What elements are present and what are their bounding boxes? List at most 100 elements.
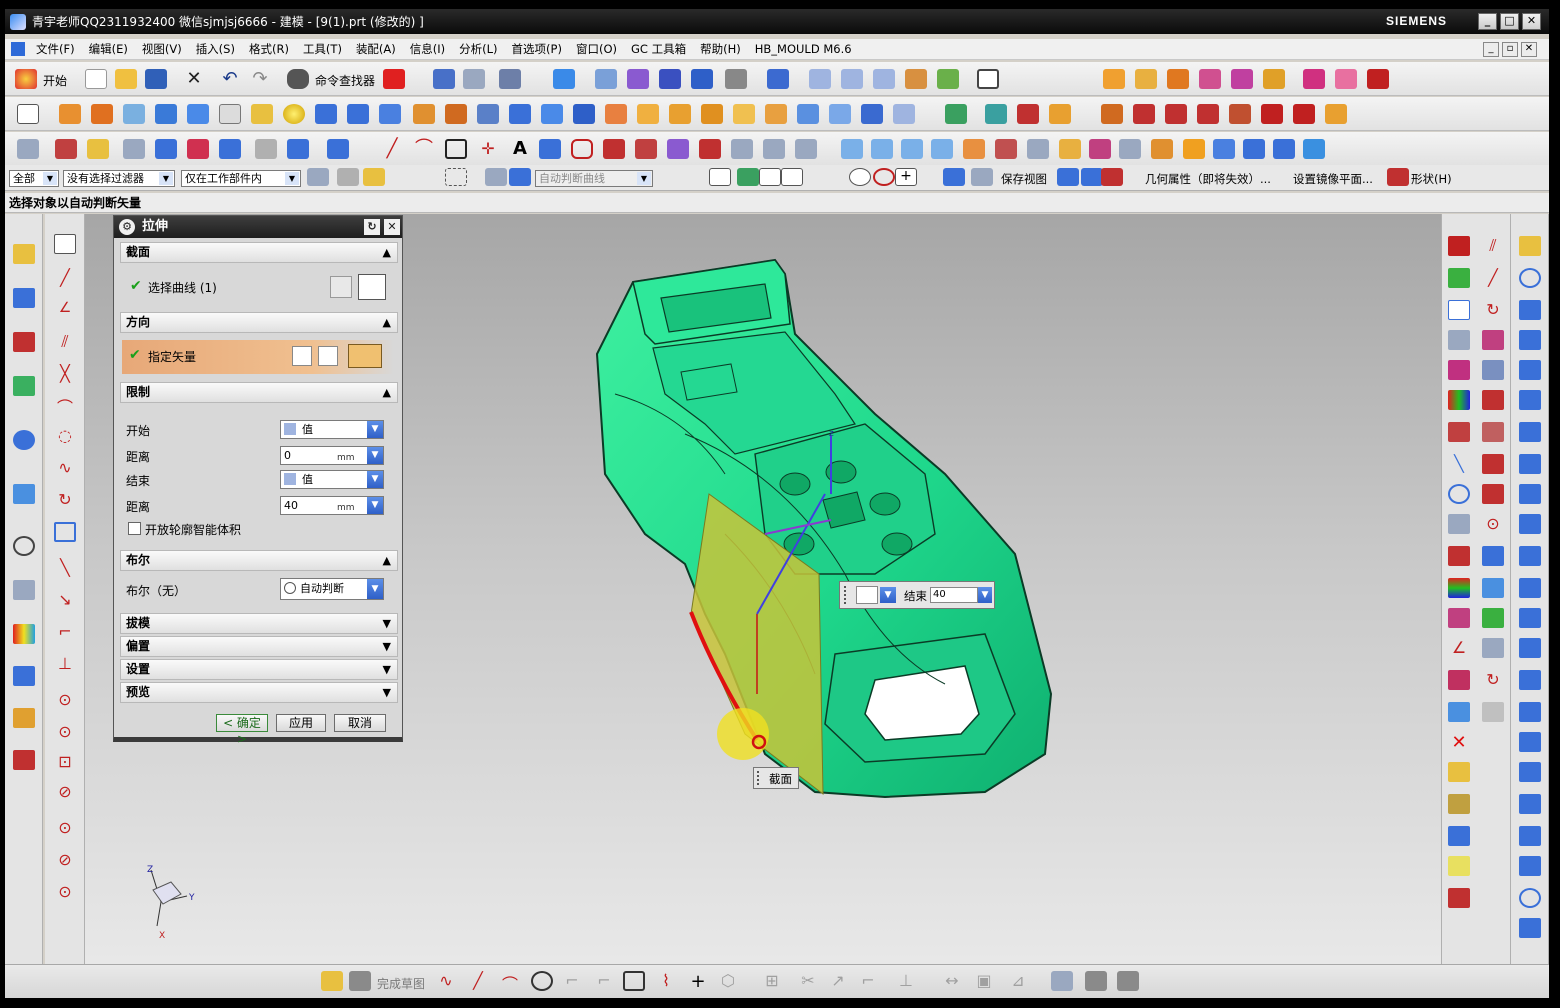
right-tool-6-icon[interactable] <box>1448 390 1470 410</box>
helix-icon[interactable] <box>539 139 561 159</box>
rectangle-icon[interactable] <box>445 139 467 159</box>
roles-icon[interactable] <box>13 708 35 728</box>
boolean-group-header[interactable]: 布尔 ▲ <box>120 550 398 571</box>
menu-gc-toolbox[interactable]: GC 工具箱 <box>624 41 693 57</box>
wcs-view-icon[interactable] <box>1081 168 1103 186</box>
right-curve-tool-9-icon[interactable] <box>1519 484 1541 504</box>
rectangle-select-icon[interactable] <box>445 168 467 186</box>
right-curve-tool-21-icon[interactable] <box>1519 856 1541 876</box>
right-tool-22-icon[interactable]: ⫽ <box>1482 236 1504 256</box>
sketch-relations-icon[interactable] <box>1051 971 1073 991</box>
right-curve-tool-19-icon[interactable] <box>1519 794 1541 814</box>
line-tool-icon[interactable]: ╱ <box>467 971 489 991</box>
slot-icon[interactable] <box>477 104 499 124</box>
hud-type-dropdown[interactable]: ▼ <box>880 587 896 603</box>
menu-view[interactable]: 视图(V) <box>135 41 189 57</box>
auto-constrain-icon[interactable]: ▣ <box>973 971 995 991</box>
right-tool-26-icon[interactable] <box>1482 360 1504 380</box>
menu-preferences[interactable]: 首选项(P) <box>505 41 569 57</box>
hud-end-options-button[interactable]: ▼ <box>978 587 992 603</box>
point-icon[interactable]: ✛ <box>477 139 499 159</box>
open-folder-icon[interactable] <box>115 69 137 89</box>
surface-tool-8-icon[interactable] <box>1059 139 1081 159</box>
sketch-cross-icon[interactable]: ╳ <box>54 364 76 384</box>
start-distance-options[interactable]: ▼ <box>367 447 383 464</box>
grid-icon[interactable] <box>255 139 277 159</box>
move-face-icon[interactable] <box>945 104 967 124</box>
right-curve-tool-3-icon[interactable] <box>1519 300 1541 320</box>
extract-curve-icon[interactable] <box>795 139 817 159</box>
redo-icon[interactable]: ↷ <box>249 69 271 89</box>
geometry-props-icon[interactable] <box>1101 168 1123 186</box>
mould-tool-9-icon[interactable] <box>1367 69 1389 89</box>
sketch-offset-icon[interactable]: ⊥ <box>54 654 76 674</box>
surface-tool-5-icon[interactable] <box>963 139 985 159</box>
boss-icon[interactable] <box>413 104 435 124</box>
start-type-select[interactable]: 值 ▼ <box>280 420 384 439</box>
end-type-select[interactable]: 值 ▼ <box>280 470 384 489</box>
right-tool-19-icon[interactable] <box>1448 826 1470 846</box>
menu-format[interactable]: 格式(R) <box>242 41 296 57</box>
right-curve-tool-18-icon[interactable] <box>1519 762 1541 782</box>
cone-icon[interactable] <box>379 104 401 124</box>
right-tool-3-icon[interactable] <box>1448 300 1470 320</box>
right-tool-16-icon[interactable] <box>1448 702 1470 722</box>
iso-view-icon[interactable] <box>873 69 895 89</box>
shape-icon[interactable] <box>1387 168 1409 186</box>
right-tool-14-icon[interactable]: ∠ <box>1448 638 1470 658</box>
part-navigator-icon-2[interactable] <box>13 332 35 352</box>
pan-icon[interactable] <box>627 69 649 89</box>
mould-tool-8-icon[interactable] <box>1335 69 1357 89</box>
sketch-circle-4-icon[interactable]: ⊘ <box>54 782 76 802</box>
right-tool-10-icon[interactable] <box>1448 514 1470 534</box>
hud-grip-icon[interactable] <box>844 586 850 604</box>
mould-tool-6-icon[interactable] <box>1263 69 1285 89</box>
chamfer-tool-icon[interactable]: ⌐ <box>593 971 615 991</box>
visualization-icon[interactable] <box>13 624 35 644</box>
snap-endpoint-icon[interactable] <box>709 168 731 186</box>
sketch-conic-icon[interactable]: ⊙ <box>54 882 76 902</box>
sketch-circle-icon[interactable]: ⊙ <box>54 690 76 710</box>
start-button-label[interactable]: 开始 <box>43 72 67 89</box>
sketch-section-icon[interactable] <box>330 276 352 298</box>
chevron-up-icon[interactable]: ▲ <box>383 243 391 262</box>
right-tool-29-icon[interactable] <box>1482 454 1504 474</box>
start-distance-input[interactable]: 0 mm ▼ <box>280 446 384 465</box>
right-curve-tool-2-icon[interactable] <box>1519 268 1541 288</box>
wcs-icon[interactable] <box>937 69 959 89</box>
curve-tool-3-icon[interactable] <box>1165 104 1187 124</box>
group-icon[interactable] <box>1448 762 1470 782</box>
snap-line-icon[interactable] <box>759 168 781 186</box>
right-curve-tool-1-icon[interactable] <box>1519 236 1541 256</box>
sketch-angle-icon[interactable]: ∠ <box>54 300 76 320</box>
mould-tool-3-icon[interactable] <box>1167 69 1189 89</box>
command-finder-label[interactable]: 命令查找器 <box>315 72 375 89</box>
mirror-icon[interactable] <box>861 104 883 124</box>
perspective-icon[interactable] <box>691 69 713 89</box>
specify-vector-row[interactable]: ✔ 指定矢量 <box>122 340 394 374</box>
surface-tool-14-icon[interactable] <box>1243 139 1265 159</box>
pad-icon[interactable] <box>219 104 241 124</box>
hole-icon[interactable] <box>251 104 273 124</box>
right-curve-tool-4-icon[interactable] <box>1519 330 1541 350</box>
draft-icon[interactable] <box>637 104 659 124</box>
trim-body-icon[interactable] <box>669 104 691 124</box>
right-curve-tool-14-icon[interactable] <box>1519 638 1541 658</box>
surface-tool-16-icon[interactable] <box>1303 139 1325 159</box>
curve-tool-5-icon[interactable] <box>1229 104 1251 124</box>
snap-tool-1-icon[interactable] <box>55 139 77 159</box>
sync-model-icon[interactable] <box>1049 104 1071 124</box>
system-materials-icon[interactable] <box>13 580 35 600</box>
menu-file[interactable]: 文件(F) <box>29 41 82 57</box>
intersect-curve-icon[interactable] <box>699 139 721 159</box>
right-curve-tool-17-icon[interactable] <box>1519 732 1541 752</box>
boolean-dropdown[interactable]: ▼ <box>367 579 383 599</box>
vector-dialog-icon[interactable] <box>318 346 338 366</box>
fillet-tool-icon[interactable]: ⌐ <box>561 971 583 991</box>
right-curve-tool-22-icon[interactable] <box>1519 888 1541 908</box>
settings-group-header[interactable]: 设置 ▼ <box>120 659 398 680</box>
history-icon[interactable] <box>13 484 35 504</box>
right-tool-32-icon[interactable] <box>1482 546 1504 566</box>
right-tool-20-icon[interactable] <box>1448 856 1470 876</box>
type-filter-select[interactable]: 全部 <box>9 170 59 187</box>
